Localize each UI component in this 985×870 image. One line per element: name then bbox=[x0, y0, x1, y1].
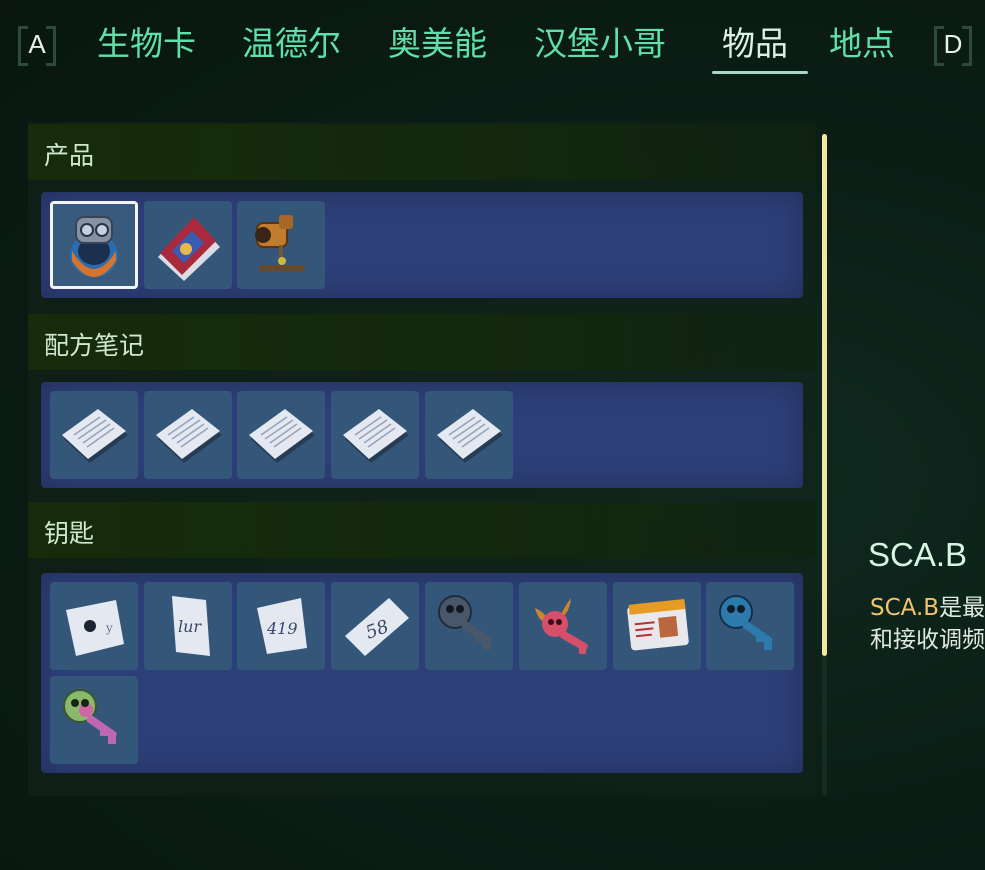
section-title: 产品 bbox=[44, 141, 95, 170]
description-text: 是最 bbox=[939, 595, 985, 621]
item-slot-recipe-note[interactable] bbox=[331, 391, 419, 479]
item-slot-recipe-note[interactable] bbox=[237, 391, 325, 479]
paper-note-icon bbox=[343, 409, 409, 463]
next-tab-key-hint[interactable]: D bbox=[934, 26, 972, 66]
item-slot-horned-key[interactable] bbox=[519, 582, 607, 670]
id-card-icon bbox=[627, 598, 689, 651]
section-header-products: 产品 bbox=[28, 124, 816, 180]
item-detail-description: SCA.B是最 bbox=[870, 588, 985, 622]
skull-key-icon bbox=[719, 595, 773, 650]
note-fragment-icon: 419 bbox=[257, 598, 307, 654]
top-navigation: A 生物卡 温德尔 奥美能 汉堡小哥 物品 地点 D bbox=[0, 0, 985, 78]
item-slot-note-fragment[interactable]: 419 bbox=[237, 582, 325, 670]
item-slot-periscope[interactable] bbox=[237, 201, 325, 289]
tab-burger-guy[interactable]: 汉堡小哥 bbox=[534, 22, 666, 66]
item-slot-note-fragment[interactable]: 58 bbox=[331, 582, 419, 670]
skull-key-icon bbox=[63, 689, 117, 744]
magazine-icon bbox=[158, 217, 220, 281]
paper-note-icon bbox=[62, 409, 128, 463]
item-slot-recipe-note[interactable] bbox=[425, 391, 513, 479]
paper-note-icon bbox=[156, 409, 222, 463]
item-slot-skull-key[interactable] bbox=[50, 676, 138, 764]
item-slot-recipe-note[interactable] bbox=[50, 391, 138, 479]
scrollbar-thumb[interactable] bbox=[822, 134, 827, 656]
ring-device-icon bbox=[70, 216, 118, 277]
svg-text:419: 419 bbox=[266, 619, 298, 638]
item-detail-title: SCA.B bbox=[868, 536, 968, 573]
prev-tab-key-hint[interactable]: A bbox=[18, 26, 56, 66]
item-slot-recipe-note[interactable] bbox=[144, 391, 232, 479]
paper-note-icon bbox=[437, 409, 503, 463]
svg-text:lur: lur bbox=[178, 617, 202, 636]
periscope-icon bbox=[255, 215, 305, 271]
item-slot-note-fragment[interactable]: lur bbox=[144, 582, 232, 670]
paper-note-icon bbox=[249, 409, 315, 463]
item-slot-skull-key[interactable] bbox=[706, 582, 794, 670]
section-title: 配方笔记 bbox=[44, 331, 145, 360]
keys-grid: y lur 419 58 bbox=[41, 573, 803, 773]
section-header-recipe-notes: 配方笔记 bbox=[28, 314, 816, 370]
active-tab-underline bbox=[712, 71, 808, 74]
item-slot-note-fragment[interactable]: y bbox=[50, 582, 138, 670]
note-fragment-icon: 58 bbox=[345, 598, 409, 656]
scrollbar-track[interactable] bbox=[822, 656, 827, 796]
horned-key-icon bbox=[535, 598, 588, 654]
tab-wendell[interactable]: 温德尔 bbox=[242, 22, 341, 66]
section-title: 钥匙 bbox=[44, 519, 95, 548]
products-grid bbox=[41, 192, 803, 298]
note-fragment-icon: lur bbox=[172, 596, 210, 656]
tab-items[interactable]: 物品 bbox=[722, 22, 788, 66]
section-header-keys: 钥匙 bbox=[28, 502, 816, 558]
tab-omega[interactable]: 奥美能 bbox=[388, 22, 487, 66]
item-slot-skull-key[interactable] bbox=[425, 582, 513, 670]
item-detail-description-line: 和接收调频 bbox=[870, 627, 985, 653]
note-fragment-icon: y bbox=[66, 600, 124, 656]
item-slot-id-card[interactable] bbox=[613, 582, 701, 670]
recipe-notes-grid bbox=[41, 382, 803, 488]
item-name-highlight: SCA.B bbox=[870, 595, 940, 621]
tab-locations[interactable]: 地点 bbox=[829, 22, 895, 66]
item-slot-magazine[interactable] bbox=[144, 201, 232, 289]
svg-text:y: y bbox=[105, 621, 113, 635]
skull-key-icon bbox=[438, 595, 492, 650]
tab-creature-cards[interactable]: 生物卡 bbox=[97, 22, 196, 66]
item-slot-ring-device[interactable] bbox=[50, 201, 138, 289]
